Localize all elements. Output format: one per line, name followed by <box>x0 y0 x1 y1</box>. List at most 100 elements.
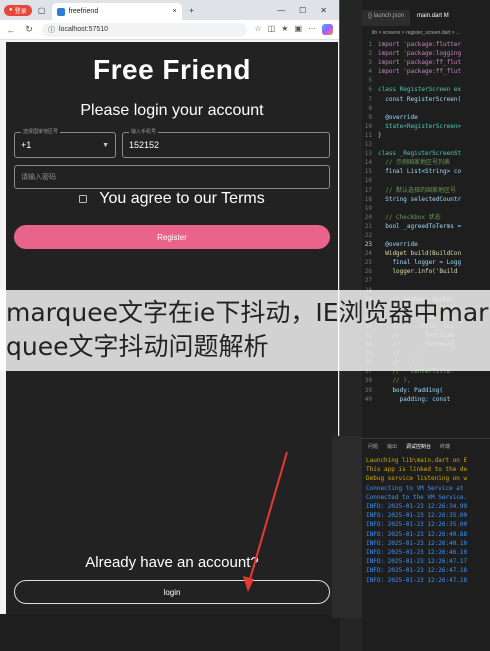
line-number: 12 <box>364 141 372 149</box>
code-line: 20 // Checkbox 状态 <box>362 213 490 222</box>
url-input[interactable]: ⓘ localhost:57510 <box>42 22 247 37</box>
back-icon[interactable]: ← <box>6 25 16 35</box>
code-text: import 'package:flutter <box>378 41 462 48</box>
tab-freefriend[interactable]: freefriend × <box>51 3 182 20</box>
flutter-favicon-icon <box>56 7 65 16</box>
tab-bar: ● 登录 ▢ freefriend × + — ☐ ✕ <box>0 0 339 20</box>
line-number: 9 <box>368 113 372 121</box>
code-line: 13 class _RegisterScreenSt <box>362 149 490 158</box>
toolbar-icons: ☆ ◫ ★ ▣ ⋯ <box>255 24 333 35</box>
panel-tab[interactable]: 调试控制台 <box>406 443 431 450</box>
code-line: 24 Widget build(BuildCon <box>362 249 490 258</box>
line-number: 26 <box>364 268 372 276</box>
copilot-icon[interactable] <box>322 24 333 35</box>
code-line: 14 // 示例国家地区号列表 <box>362 158 490 167</box>
line-number: 21 <box>364 222 372 230</box>
tab-close-icon[interactable]: × <box>173 8 177 15</box>
panel-tab[interactable]: 终端 <box>440 443 450 450</box>
debug-console[interactable]: Launching lib\main.dart on E This app is … <box>362 454 490 587</box>
console-line: INFO: 2025-01-23 12:26:34.99 <box>366 503 468 511</box>
console-line: Debug service listening on w <box>366 475 468 483</box>
profile-icon: ● <box>9 7 13 13</box>
password-field[interactable]: 请输入密码 <box>14 165 330 189</box>
code-text: // ), <box>378 377 411 385</box>
tab-title: freefriend <box>68 8 99 15</box>
code-text: import 'package:ff_flut <box>378 59 462 67</box>
line-number: 19 <box>364 204 372 212</box>
code-line: 7 const RegisterScreen( <box>362 95 490 104</box>
console-line: INFO: 2025-01-23 12:26:35.00 <box>366 512 468 520</box>
already-account-text: Already have an account? <box>85 554 259 571</box>
code-text: Widget build(BuildCon <box>378 250 462 258</box>
more-icon[interactable]: ⋯ <box>308 24 316 35</box>
line-number: 38 <box>364 377 372 385</box>
line-number: 5 <box>368 77 372 85</box>
new-tab-button[interactable]: + <box>186 4 198 16</box>
console-line: INFO: 2025-01-23 12:26:35.00 <box>366 521 468 529</box>
editor-tab[interactable]: main.dart M <box>411 10 456 26</box>
line-number: 15 <box>364 168 372 176</box>
code-text: @override <box>378 113 418 121</box>
line-number: 16 <box>364 177 372 185</box>
code-text: @override <box>378 241 418 249</box>
login-label: login <box>163 587 181 597</box>
console-line: INFO: 2025-01-23 12:26:40.88 <box>366 530 468 538</box>
code-line: 15 final List<String> co <box>362 167 490 176</box>
code-text: } <box>378 131 382 139</box>
line-number: 20 <box>364 213 372 221</box>
code-text: logger.info('Build <box>378 268 458 276</box>
code-line: 26 logger.info('Build <box>362 267 490 276</box>
code-line: 16 <box>362 176 490 185</box>
minimize-icon[interactable]: — <box>277 6 285 15</box>
code-line: 18 String selectedCountr <box>362 195 490 204</box>
terms-checkbox[interactable] <box>79 195 88 203</box>
code-text: // 示例国家地区号列表 <box>378 159 451 167</box>
profile-button[interactable]: ● 登录 <box>4 4 32 16</box>
code-text: class _RegisterScreenSt <box>378 150 462 158</box>
code-line: 40 padding: const <box>362 395 490 404</box>
editor-tab[interactable]: {} launch.json <box>362 10 412 26</box>
line-number: 4 <box>368 68 372 76</box>
code-text: class RegisterScreen ex <box>378 86 462 94</box>
close-window-icon[interactable]: ✕ <box>320 6 327 15</box>
code-line: 12 <box>362 140 490 149</box>
console-line: INFO: 2025-01-23 12:26:47.17 <box>366 558 468 566</box>
phone-value: 152152 <box>129 140 160 150</box>
panel-tabs: 问题 输出 调试控制台 终端 <box>362 439 490 454</box>
panel-tab[interactable]: 输出 <box>387 443 397 450</box>
country-code-select[interactable]: 选择国家地区号 +1 ▼ <box>14 128 116 158</box>
console-line: Connecting to VM Service at <box>366 484 464 492</box>
line-number: 18 <box>364 195 372 203</box>
password-placeholder: 请输入密码 <box>21 174 56 181</box>
phone-field[interactable]: 输入手机号 152152 <box>122 128 330 158</box>
code-line: 1 import 'package:flutter <box>362 40 490 49</box>
line-number: 1 <box>368 41 372 48</box>
split-screen-icon[interactable]: ◫ <box>268 24 276 35</box>
reload-icon[interactable]: ↻ <box>24 24 34 35</box>
code-text: State<RegisterScreen> <box>378 122 462 130</box>
line-number: 7 <box>368 95 372 103</box>
collections-icon[interactable]: ▣ <box>294 24 302 35</box>
maximize-icon[interactable]: ☐ <box>299 6 306 15</box>
code-text: final List<String> co <box>378 168 462 176</box>
panel-tab[interactable]: 问题 <box>368 443 378 450</box>
login-button[interactable]: login <box>14 580 330 604</box>
tab-actions-icon[interactable]: ▢ <box>36 4 48 16</box>
profile-label: 登录 <box>14 8 27 15</box>
country-code-label: 选择国家地区号 <box>21 128 61 135</box>
line-number: 39 <box>364 386 372 394</box>
code-line: 10 State<RegisterScreen> <box>362 122 490 131</box>
favorite-star-icon[interactable]: ☆ <box>255 24 262 35</box>
code-line: 38 // ), <box>362 376 490 385</box>
code-line: 19 <box>362 204 490 213</box>
code-line: 21 bool _agreedToTerms = <box>362 222 490 231</box>
line-number: 8 <box>368 104 372 112</box>
favorites-icon[interactable]: ★ <box>281 24 288 35</box>
code-line: 17 // 默认选择的国家地区号 <box>362 186 490 195</box>
console-line: Connected to the VM Service. <box>366 493 468 501</box>
code-text: const RegisterScreen( <box>378 95 462 103</box>
site-info-icon[interactable]: ⓘ <box>48 25 55 35</box>
register-button[interactable]: Register <box>14 225 330 249</box>
code-line: 6 class RegisterScreen ex <box>362 85 490 94</box>
line-number: 10 <box>364 122 372 130</box>
